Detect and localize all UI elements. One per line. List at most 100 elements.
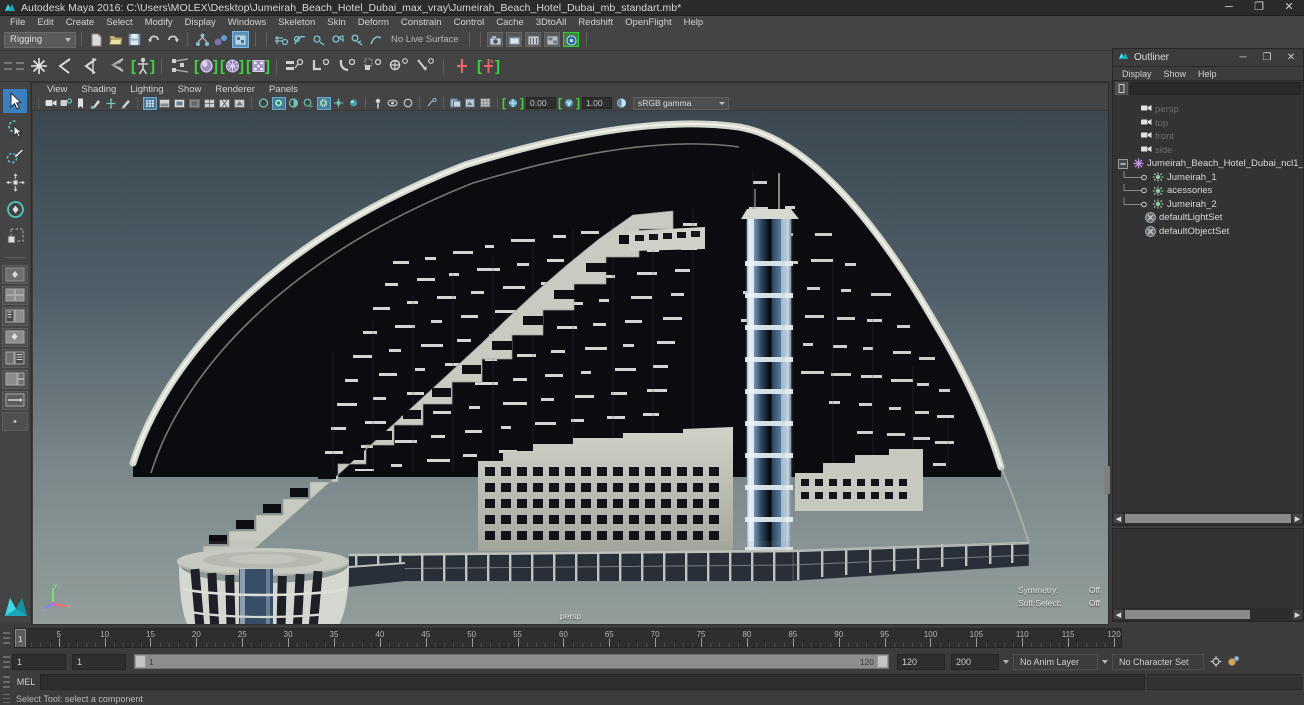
select-tool-icon[interactable]	[3, 89, 27, 113]
isolate-select-icon[interactable]	[371, 97, 385, 110]
shelf-drag-handle[interactable]	[2, 53, 14, 79]
hypershade-icon[interactable]	[544, 32, 561, 47]
outliner-item-default-light-set[interactable]: defaultLightSet	[1113, 211, 1303, 225]
persp-hypershade-layout-icon[interactable]	[2, 349, 28, 368]
menu-3dtoall[interactable]: 3DtoAll	[530, 16, 573, 29]
point-constraint-icon[interactable]	[309, 53, 333, 79]
anim-start-field[interactable]: 1	[12, 653, 66, 670]
scroll-right-arrow-icon[interactable]: ▶	[1292, 513, 1303, 524]
parent-constraint-icon[interactable]	[283, 53, 307, 79]
collapse-expander-icon[interactable]	[1118, 158, 1128, 169]
smooth-shade-selected-icon[interactable]	[173, 97, 187, 110]
image-plane-icon[interactable]	[89, 97, 103, 110]
menu-windows[interactable]: Windows	[222, 16, 273, 29]
panel-menu-renderer[interactable]: Renderer	[208, 83, 262, 96]
screen-space-ao-icon[interactable]	[316, 96, 331, 110]
character-set-selector[interactable]: No Character Set	[1112, 653, 1204, 670]
panel-menu-panels[interactable]: Panels	[262, 83, 305, 96]
time-slider-track[interactable]: 1 5 10 15 20 25 30 35 40 45 50 55 60 65 70 75 80 85 90 95 1…	[14, 628, 1122, 648]
outliner-maximize-button[interactable]: ❐	[1255, 49, 1279, 67]
outliner-close-button[interactable]: ✕	[1279, 49, 1303, 67]
open-scene-icon[interactable]	[107, 31, 124, 48]
lighting-default-icon[interactable]	[257, 97, 271, 110]
multisample-aa-icon[interactable]	[347, 97, 361, 110]
smooth-shade-all-icon[interactable]	[158, 97, 172, 110]
create-joint-icon[interactable]	[27, 53, 51, 79]
viewport-3d-canvas[interactable]: Symmetry: Off Soft Select: Off persp y x	[33, 111, 1108, 624]
paint-skin-weights-icon[interactable]: [ ]	[220, 53, 244, 79]
lighting-selected-icon[interactable]	[287, 97, 301, 110]
outliner-item-jumeirah-1[interactable]: Jumeirah_1	[1113, 170, 1303, 185]
scale-tool-icon[interactable]	[3, 224, 27, 248]
create-deformer-icon[interactable]	[450, 53, 474, 79]
select-by-component-type-icon[interactable]	[232, 31, 249, 48]
ipr-render-icon[interactable]	[506, 32, 523, 47]
outliner-item-persp[interactable]: persp	[1113, 103, 1303, 117]
viewport-snapshot-icon[interactable]	[464, 97, 478, 110]
outliner-search-input[interactable]	[1130, 82, 1301, 95]
wireframe-shading-icon[interactable]	[142, 96, 157, 110]
make-live-icon[interactable]	[368, 31, 385, 48]
exposure-value-field[interactable]: 0.00	[526, 97, 556, 109]
anim-end-total-field[interactable]: 200	[951, 653, 999, 670]
anim-layer-selector[interactable]: No Anim Layer	[1013, 653, 1098, 670]
command-input[interactable]	[40, 674, 1145, 690]
chevron-down-icon[interactable]	[1003, 659, 1009, 664]
viewport-vertical-scrollbar[interactable]	[1104, 466, 1110, 494]
range-end-handle[interactable]	[877, 655, 888, 668]
render-current-frame-icon[interactable]	[487, 32, 504, 47]
snap-to-curve-icon[interactable]	[292, 31, 309, 48]
render-settings-icon[interactable]	[525, 32, 542, 47]
command-language-label[interactable]: MEL	[12, 677, 40, 687]
move-tool-icon[interactable]	[3, 170, 27, 194]
maximize-button[interactable]: ❐	[1244, 0, 1274, 16]
outliner-item-top[interactable]: top	[1113, 117, 1303, 131]
view-selected-icon[interactable]	[425, 97, 439, 110]
motion-blur-icon[interactable]	[332, 97, 346, 110]
menu-display[interactable]: Display	[179, 16, 222, 29]
shaded-wireframe-icon[interactable]	[203, 97, 217, 110]
animation-preferences-icon[interactable]	[1225, 653, 1240, 670]
aim-constraint-icon[interactable]	[387, 53, 411, 79]
range-start-field[interactable]: 1	[72, 653, 126, 670]
menu-select[interactable]: Select	[100, 16, 138, 29]
save-scene-icon[interactable]	[126, 31, 143, 48]
rotate-tool-icon[interactable]	[3, 197, 27, 221]
undo-icon[interactable]	[145, 31, 162, 48]
menu-help[interactable]: Help	[678, 16, 710, 29]
camera-attributes-icon[interactable]	[59, 97, 73, 110]
xray-icon[interactable]	[386, 97, 400, 110]
panel-menu-shading[interactable]: Shading	[74, 83, 123, 96]
grease-pencil-icon[interactable]	[119, 97, 133, 110]
single-perspective-layout-icon[interactable]	[2, 265, 28, 284]
interactive-bind-skin-icon[interactable]: [ ]	[194, 53, 218, 79]
create-ik-spline-handle-icon[interactable]	[79, 53, 103, 79]
paint-select-tool-icon[interactable]	[3, 143, 27, 167]
more-layouts-icon[interactable]	[2, 412, 28, 431]
minimize-button[interactable]: ─	[1214, 0, 1244, 16]
auto-keyframe-icon[interactable]	[1208, 653, 1223, 670]
outliner-item-side[interactable]: side	[1113, 144, 1303, 158]
insert-joint-tool-icon[interactable]	[105, 53, 129, 79]
bookmarks-icon[interactable]	[74, 97, 88, 110]
snap-to-point-icon[interactable]	[311, 31, 328, 48]
snap-to-view-plane-icon[interactable]	[349, 31, 366, 48]
shelf-options-handle[interactable]	[14, 53, 26, 79]
orient-constraint-icon[interactable]	[335, 53, 359, 79]
range-slider-drag-handle[interactable]	[0, 652, 12, 672]
menu-edit[interactable]: Edit	[31, 16, 59, 29]
outliner-item-default-object-set[interactable]: defaultObjectSet	[1113, 225, 1303, 239]
use-default-material-icon[interactable]	[233, 97, 247, 110]
scroll-left-arrow-icon[interactable]: ◀	[1113, 609, 1124, 620]
render-view-icon[interactable]	[563, 32, 580, 47]
outliner-item-acessories[interactable]: acessories	[1113, 184, 1303, 198]
shadows-icon[interactable]	[302, 97, 316, 110]
flat-shade-icon[interactable]	[188, 97, 202, 110]
range-start-handle[interactable]	[135, 655, 146, 668]
lower-panel-horizontal-scrollbar[interactable]: ◀ ▶	[1113, 608, 1303, 621]
redo-icon[interactable]	[164, 31, 181, 48]
outliner-menu-show[interactable]: Show	[1158, 69, 1193, 79]
quick-rig-icon[interactable]: [ ]	[131, 53, 155, 79]
menu-constrain[interactable]: Constrain	[395, 16, 448, 29]
menu-cache[interactable]: Cache	[490, 16, 529, 29]
